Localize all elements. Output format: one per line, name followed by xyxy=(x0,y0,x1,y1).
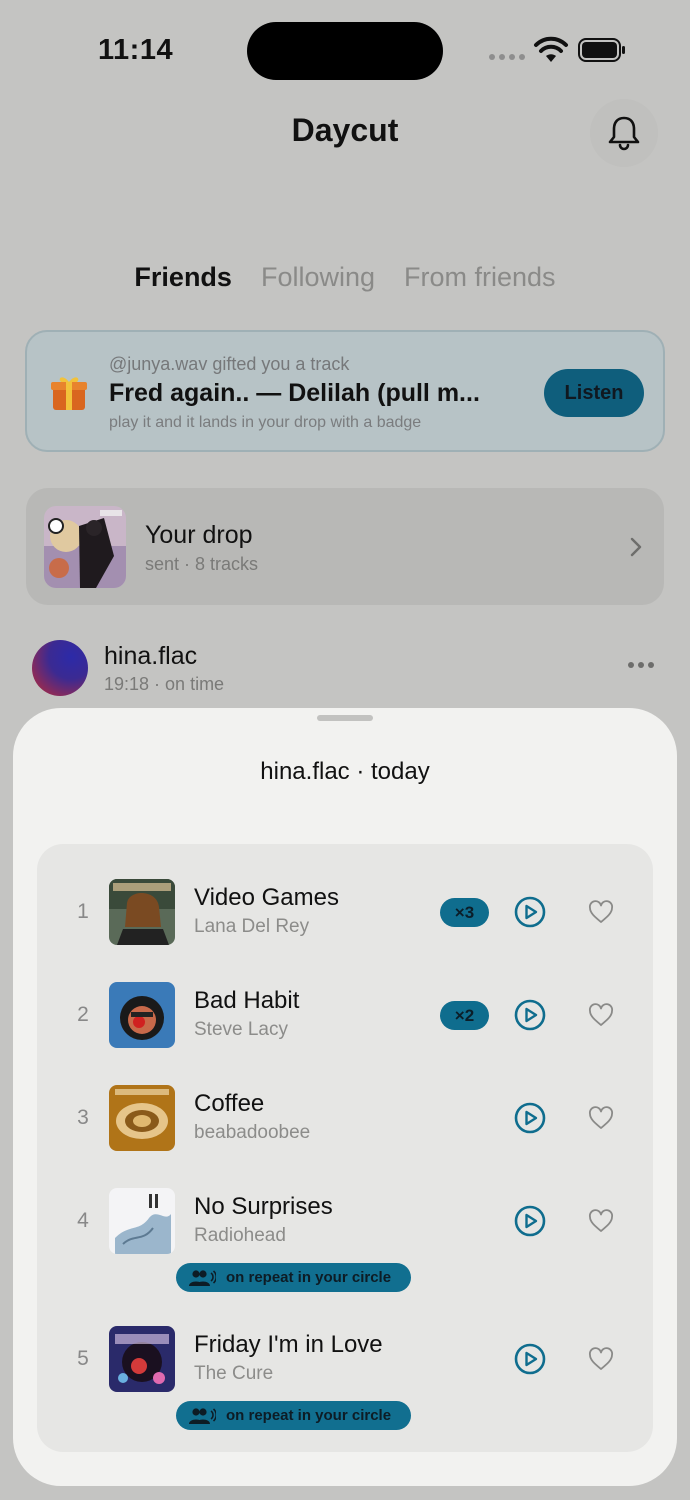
gift-icon xyxy=(51,377,87,410)
track-artist: Radiohead xyxy=(194,1225,286,1246)
track-title: Coffee xyxy=(194,1090,265,1117)
status-bar: 11:14 xyxy=(0,0,690,100)
notifications-button[interactable] xyxy=(590,99,658,167)
album-art xyxy=(109,1326,175,1392)
chevron-right-icon xyxy=(630,537,642,557)
bottom-sheet: hina.flac · today 1 Video Games Lana Del… xyxy=(13,708,677,1486)
album-art xyxy=(109,879,175,945)
tab-from-friends[interactable]: From friends xyxy=(404,262,556,293)
track-list: 1 Video Games Lana Del Rey ×3 2 Bad Habi… xyxy=(37,844,653,1452)
friend-meta: 19:18 · on time xyxy=(104,674,225,694)
badge-label: on repeat in your circle xyxy=(226,1269,392,1286)
play-icon[interactable] xyxy=(514,1343,546,1375)
track-rank: 5 xyxy=(77,1347,89,1370)
album-art xyxy=(109,1085,175,1151)
app-title: Daycut xyxy=(291,112,399,148)
avatar[interactable] xyxy=(32,640,88,696)
bell-icon xyxy=(608,116,640,151)
play-icon[interactable] xyxy=(514,1205,546,1237)
play-icon[interactable] xyxy=(514,999,546,1031)
track-title: Friday I'm in Love xyxy=(194,1331,383,1358)
play-icon[interactable] xyxy=(514,1102,546,1134)
gift-sender: @junya.wav gifted you a track xyxy=(109,354,350,374)
heart-icon[interactable] xyxy=(588,1347,614,1371)
sheet-title: hina.flac · today xyxy=(260,758,430,785)
track-artist: beabadoobee xyxy=(194,1122,311,1143)
group-icon xyxy=(189,1269,216,1286)
track-row[interactable]: 4 No Surprises Radiohead xyxy=(37,1181,653,1261)
track-rank: 1 xyxy=(77,900,89,923)
track-rank: 2 xyxy=(77,1003,89,1026)
friend-name[interactable]: hina.flac xyxy=(104,642,197,671)
play-count-badge: ×2 xyxy=(440,1001,489,1030)
your-drop-card[interactable]: Your drop sent · 8 tracks xyxy=(26,488,664,605)
gift-track: Fred again.. — Delilah (pull m... xyxy=(109,379,480,407)
track-row[interactable]: 1 Video Games Lana Del Rey ×3 xyxy=(37,872,653,952)
circle-repeat-badge: on repeat in your circle xyxy=(176,1401,411,1430)
track-artist: Lana Del Rey xyxy=(194,916,310,937)
gift-note: play it and it lands in your drop with a… xyxy=(109,414,422,431)
more-options-icon[interactable] xyxy=(628,662,654,668)
heart-icon[interactable] xyxy=(588,1003,614,1027)
track-artist: The Cure xyxy=(194,1363,274,1384)
drop-title: Your drop xyxy=(145,521,253,549)
track-title: Bad Habit xyxy=(194,987,300,1014)
battery-icon xyxy=(578,38,625,62)
status-time: 11:14 xyxy=(98,34,174,66)
track-row[interactable]: 5 Friday I'm in Love The Cure xyxy=(37,1319,653,1399)
play-icon[interactable] xyxy=(514,896,546,928)
heart-icon[interactable] xyxy=(588,900,614,924)
tab-friends[interactable]: Friends xyxy=(134,262,232,293)
track-artist: Steve Lacy xyxy=(194,1019,288,1040)
drop-artwork xyxy=(44,506,126,588)
album-art xyxy=(109,982,175,1048)
track-title: Video Games xyxy=(194,884,339,911)
sheet-handle[interactable] xyxy=(317,715,373,721)
badge-label: on repeat in your circle xyxy=(226,1407,392,1424)
listen-button[interactable]: Listen xyxy=(544,369,644,417)
track-row[interactable]: 3 Coffee beabadoobee xyxy=(37,1078,653,1158)
tab-following[interactable]: Following xyxy=(261,262,375,293)
group-icon xyxy=(189,1407,216,1424)
heart-icon[interactable] xyxy=(588,1209,614,1233)
wifi-icon xyxy=(534,36,568,62)
gift-card: @junya.wav gifted you a track Fred again… xyxy=(25,330,665,452)
album-art xyxy=(109,1188,175,1254)
feed-tabs: Friends Following From friends xyxy=(0,262,690,293)
dynamic-island xyxy=(247,22,443,80)
play-count-badge: ×3 xyxy=(440,898,489,927)
circle-repeat-badge: on repeat in your circle xyxy=(176,1263,411,1292)
track-rank: 3 xyxy=(77,1106,89,1129)
track-title: No Surprises xyxy=(194,1193,333,1220)
track-rank: 4 xyxy=(77,1209,89,1232)
track-row[interactable]: 2 Bad Habit Steve Lacy ×2 xyxy=(37,975,653,1055)
signal-icon xyxy=(489,54,525,60)
drop-subtitle: sent · 8 tracks xyxy=(145,554,259,574)
heart-icon[interactable] xyxy=(588,1106,614,1130)
